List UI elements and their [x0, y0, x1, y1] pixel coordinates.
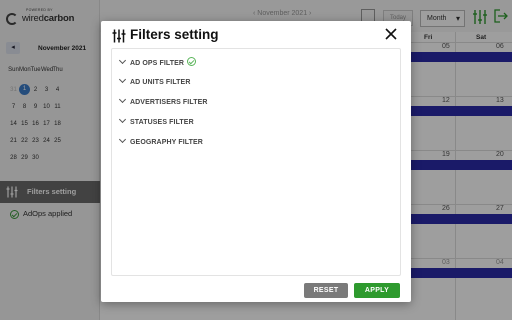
filters-list: AD OPS FILTER AD UNITS FILTER ADVERTISER…: [111, 48, 401, 276]
modal-title: Filters setting: [130, 27, 219, 42]
filter-label: GEOGRAPHY FILTER: [130, 139, 203, 146]
sliders-icon: [112, 29, 126, 43]
filter-label: STATUSES FILTER: [130, 119, 194, 126]
chevron-down-icon: [118, 75, 127, 84]
filter-ad-ops[interactable]: AD OPS FILTER: [118, 56, 197, 69]
reset-button[interactable]: RESET: [304, 283, 348, 298]
chevron-down-icon: [118, 115, 127, 124]
filter-label: AD UNITS FILTER: [130, 79, 191, 86]
check-circle-icon: [187, 57, 197, 66]
chevron-down-icon: [118, 95, 127, 104]
filter-geography[interactable]: GEOGRAPHY FILTER: [118, 135, 203, 149]
chevron-down-icon: [118, 56, 127, 65]
filters-setting-modal: Filters setting AD OPS FILTER AD UNITS F…: [101, 21, 411, 302]
filter-advertisers[interactable]: ADVERTISERS FILTER: [118, 95, 208, 109]
filter-ad-units[interactable]: AD UNITS FILTER: [118, 75, 191, 89]
apply-button[interactable]: APPLY: [354, 283, 400, 298]
filter-label: ADVERTISERS FILTER: [130, 99, 208, 106]
filter-statuses[interactable]: STATUSES FILTER: [118, 115, 194, 129]
close-icon[interactable]: [384, 27, 398, 41]
chevron-down-icon: [118, 135, 127, 144]
filter-label: AD OPS FILTER: [130, 60, 185, 67]
